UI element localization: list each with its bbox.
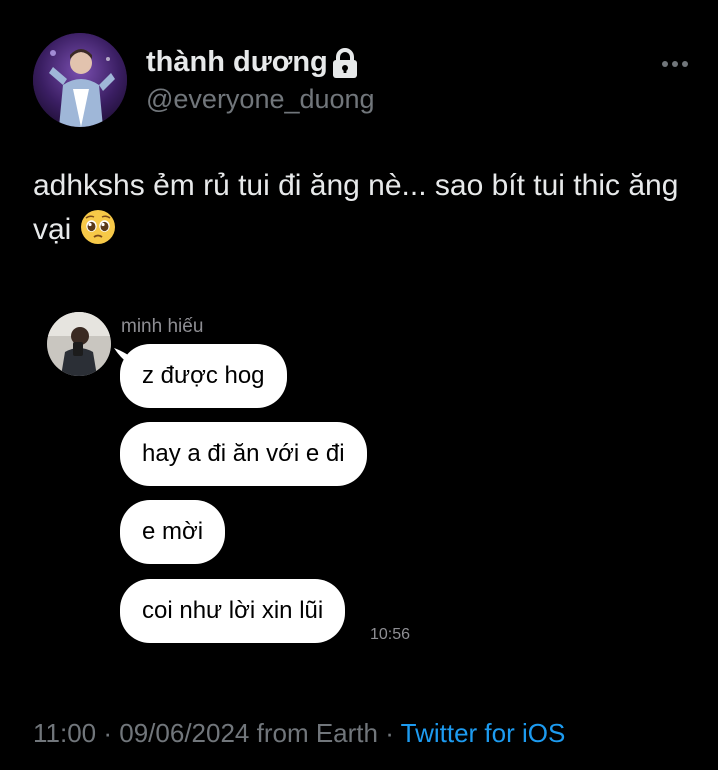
chat-message: z được hog <box>120 344 287 408</box>
tweet-meta: 11:00 · 09/06/2024 from Earth · Twitter … <box>33 718 565 749</box>
meta-separator: · <box>377 718 401 748</box>
pleading-face-emoji <box>80 210 115 244</box>
author-avatar[interactable] <box>33 33 127 127</box>
author-name[interactable]: thành dương <box>146 46 328 79</box>
chat-timestamp: 10:56 <box>370 626 411 643</box>
author-handle[interactable]: @everyone_duong <box>146 84 375 115</box>
chat-message: e mời <box>120 500 226 564</box>
tweet: thành dương @everyone_duong adhkshs ẻm r… <box>0 0 718 770</box>
tweet-date[interactable]: 09/06/2024 <box>119 718 249 748</box>
tweet-text-body: adhkshs ẻm rủ tui đi ăng nè... sao bít t… <box>33 169 679 246</box>
tweet-time[interactable]: 11:00 <box>33 718 96 748</box>
chat-message: hay a đi ăn với e đi <box>120 422 367 486</box>
chat-sender-avatar <box>47 312 111 376</box>
more-horizontal-icon[interactable] <box>660 56 690 72</box>
lock-icon <box>333 48 357 78</box>
tweet-location: from Earth <box>249 718 378 748</box>
tweet-source-link[interactable]: Twitter for iOS <box>401 718 566 748</box>
tweet-text: adhkshs ẻm rủ tui đi ăng nè... sao bít t… <box>33 164 693 252</box>
chat-sender-name: minh hiếu <box>121 316 204 337</box>
meta-separator: · <box>96 718 120 748</box>
chat-message: coi như lời xin lũi <box>120 579 346 643</box>
